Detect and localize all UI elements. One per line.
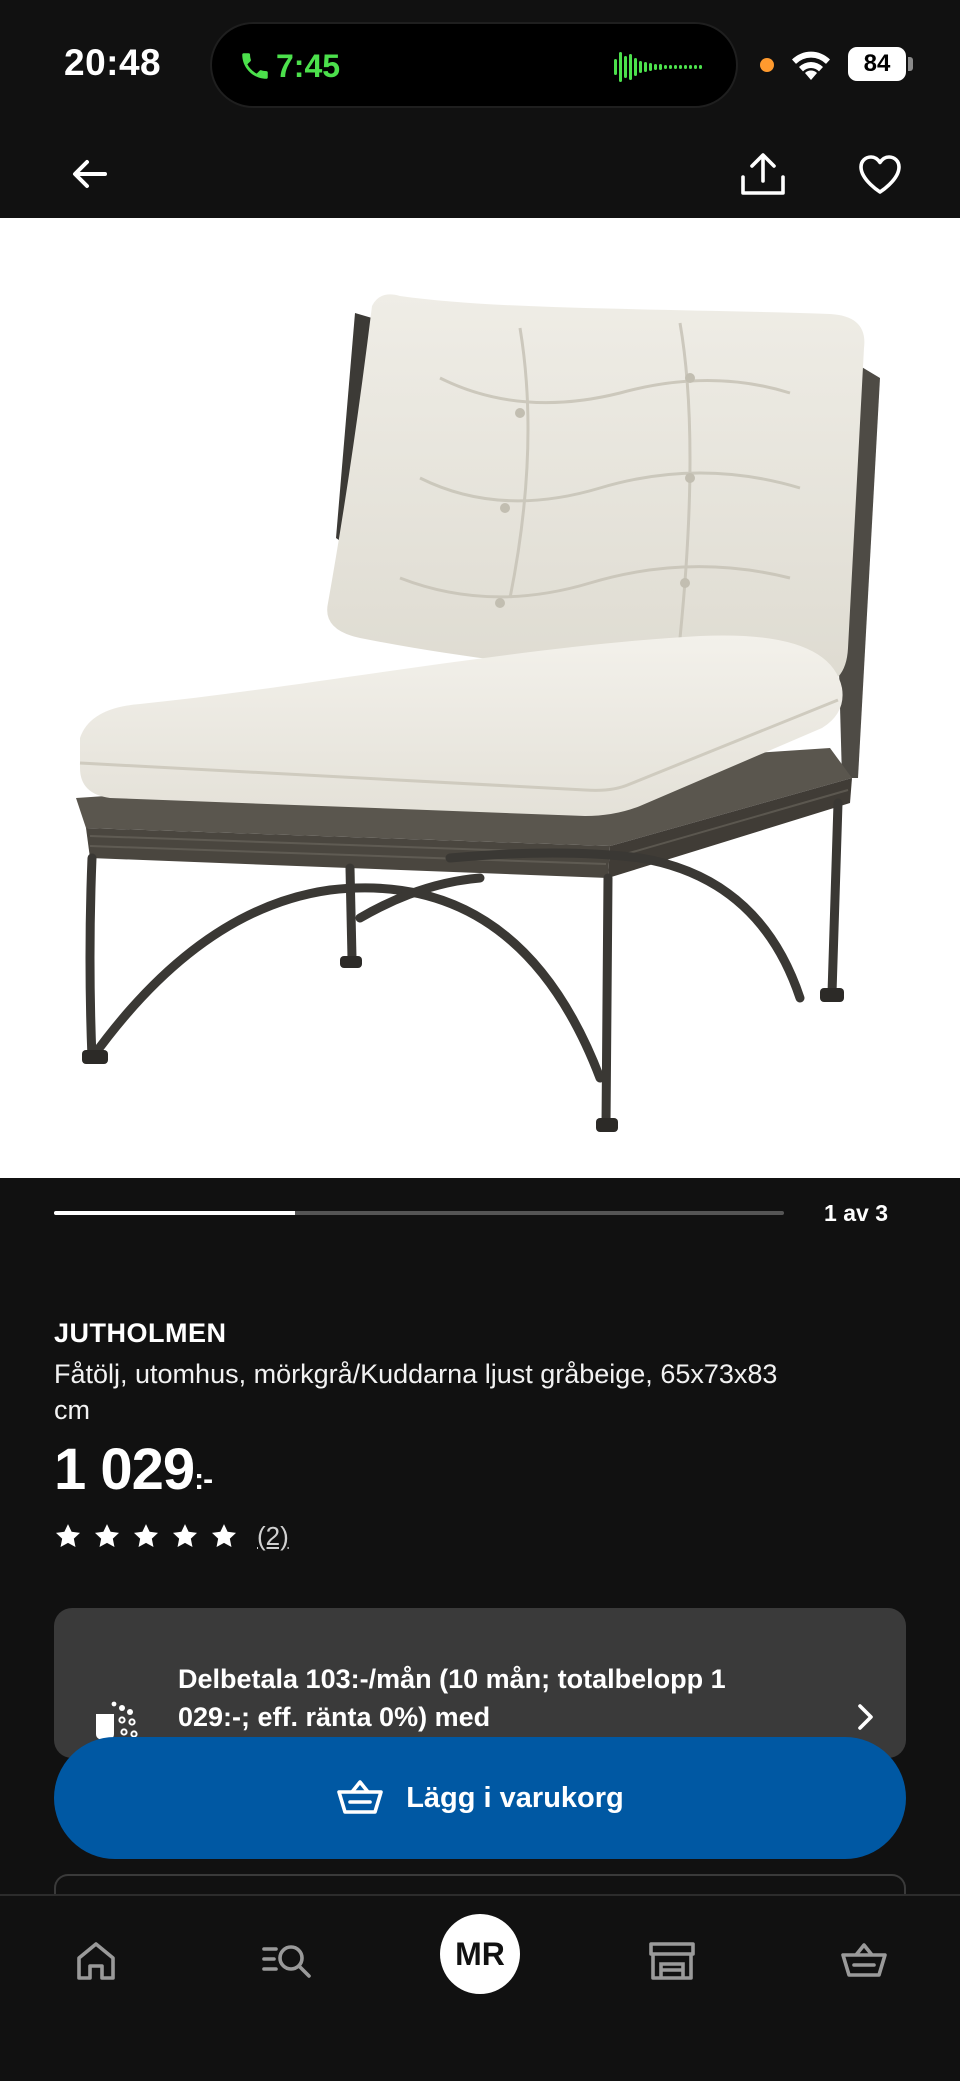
- price-suffix: :-: [194, 1463, 213, 1496]
- tab-cart[interactable]: [824, 1926, 904, 1996]
- back-button[interactable]: [55, 140, 123, 208]
- add-to-cart-label: Lägg i varukorg: [406, 1781, 624, 1814]
- rating[interactable]: (2): [54, 1519, 289, 1553]
- battery-indicator: 84: [848, 47, 906, 81]
- heart-icon: [859, 155, 901, 194]
- star-icon: [211, 1524, 237, 1547]
- audio-waveform-icon: [614, 52, 702, 82]
- star-icon: [55, 1524, 81, 1547]
- installment-text: Delbetala 103:-/mån (10 mån; totalbelopp…: [178, 1664, 726, 1732]
- star-icon: [172, 1524, 198, 1547]
- basket-icon: [841, 1943, 887, 1977]
- tab-search[interactable]: [248, 1926, 328, 1996]
- armchair-image: [76, 294, 880, 1132]
- store-icon: [649, 1942, 695, 1980]
- installment-payment-card[interactable]: Delbetala 103:-/mån (10 mån; totalbelopp…: [54, 1608, 906, 1758]
- dynamic-island[interactable]: 7:45: [210, 22, 738, 108]
- top-navigation: [0, 130, 960, 218]
- tab-home[interactable]: [56, 1926, 136, 1996]
- share-button[interactable]: [729, 140, 797, 208]
- product-price: 1 029:-: [54, 1436, 213, 1503]
- arrow-left-icon: [73, 160, 107, 188]
- call-duration: 7:45: [276, 48, 341, 84]
- review-count-link[interactable]: (2): [257, 1521, 289, 1552]
- status-bar: 20:48 7:45 84: [0, 0, 960, 130]
- phone-icon: [242, 53, 268, 79]
- profile-avatar[interactable]: MR: [440, 1914, 520, 1994]
- product-description: Fåtölj, utomhus, mörkgrå/Kuddarna ljust …: [54, 1359, 778, 1425]
- price-amount: 1 029: [54, 1437, 195, 1502]
- gallery-progress: 1 av 3: [54, 1200, 906, 1236]
- status-time: 20:48: [64, 42, 162, 83]
- search-list-icon: [262, 1945, 311, 1978]
- product-image[interactable]: [0, 218, 960, 1178]
- gallery-progress-fill: [54, 1211, 295, 1215]
- product-name: JUTHOLMEN: [54, 1318, 227, 1348]
- gallery-position-label: 1 av 3: [824, 1200, 888, 1226]
- favorite-button[interactable]: [846, 140, 914, 208]
- tab-store[interactable]: [632, 1926, 712, 1996]
- chevron-right-icon: [858, 1704, 873, 1730]
- star-icon: [133, 1524, 159, 1547]
- home-icon: [77, 1942, 115, 1980]
- basket-icon: [337, 1780, 384, 1814]
- wifi-icon: [792, 51, 830, 80]
- share-icon: [741, 153, 785, 195]
- bottom-tab-bar: MR: [0, 1894, 960, 2081]
- privacy-indicator-dot: [760, 58, 774, 72]
- star-icon: [94, 1524, 120, 1547]
- gallery-progress-track: [54, 1211, 784, 1215]
- add-to-cart-button[interactable]: Lägg i varukorg: [54, 1737, 906, 1859]
- battery-nub: [908, 57, 913, 71]
